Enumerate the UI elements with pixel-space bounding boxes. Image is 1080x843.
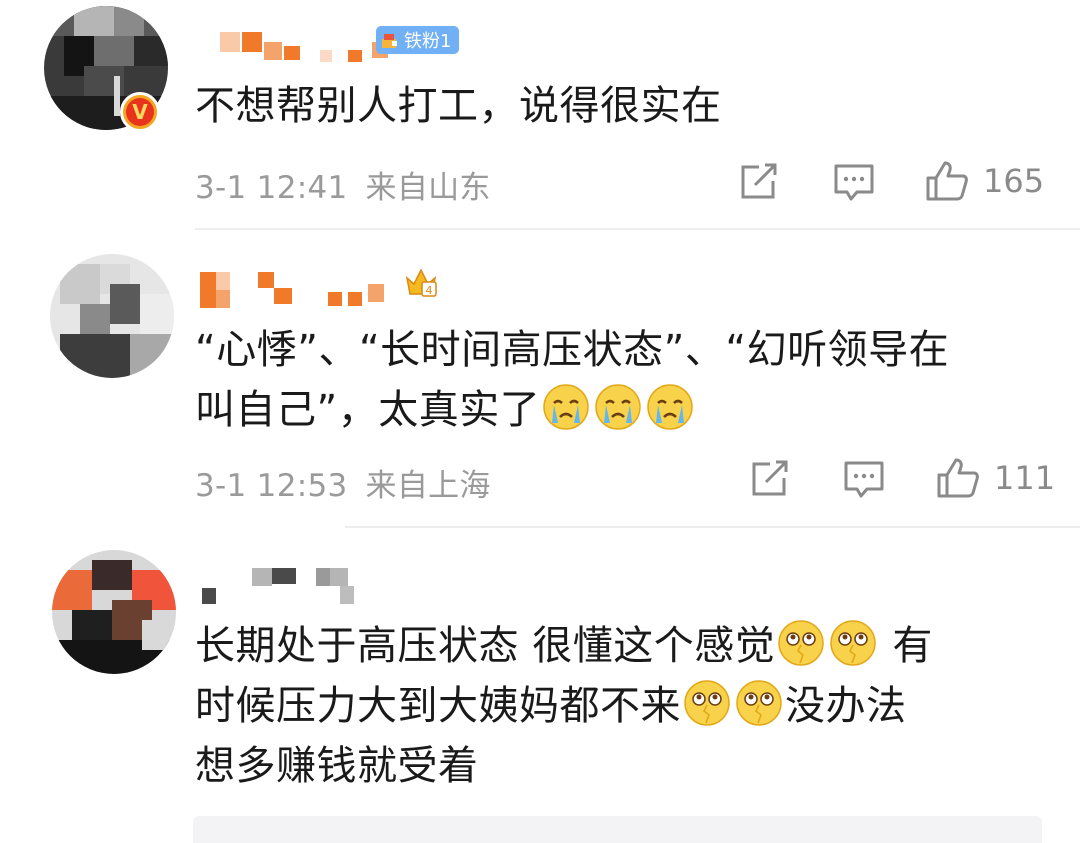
comment-time: 3-1 12:41 <box>195 170 348 206</box>
broken-heart-eyes-emoji <box>778 620 824 666</box>
thumbs-up-icon <box>937 458 979 498</box>
comment-text-line: 叫自己”，太真实了 <box>195 380 1052 440</box>
crown-level-4-icon: 4 <box>405 268 437 297</box>
share-button[interactable] <box>750 460 790 498</box>
comment-button[interactable] <box>833 163 875 203</box>
comment-text-segment: 叫自己”，太真实了 <box>195 387 541 433</box>
share-icon <box>752 460 788 496</box>
fan-badge-label: 铁粉1 <box>404 31 452 52</box>
fan-level-badge: 铁粉1 <box>376 26 460 54</box>
comment-text-line: “心悸”、“长时间高压状态”、“幻听领导在 <box>195 327 950 373</box>
comment-icon <box>844 461 884 498</box>
comment-location: 来自山东 <box>365 170 491 206</box>
broken-heart-eyes-emoji <box>684 680 730 726</box>
comment-text: “心悸”、“长时间高压状态”、“幻听领导在 叫自己”，太真实了 <box>195 320 1052 440</box>
fan-hat-icon <box>382 34 397 48</box>
avatar[interactable] <box>52 550 176 674</box>
crying-emoji <box>647 384 693 430</box>
thumbs-up-icon <box>926 161 968 201</box>
comment-item: 长期处于高压状态 很懂这个感觉 有 时候压力大到大姨妈都不来 没办法 想多赚钱就受… <box>0 526 1080 843</box>
like-button[interactable]: 111 <box>936 457 1055 499</box>
share-button[interactable] <box>739 163 779 201</box>
comment-text-line: 时候压力大到大姨妈都不来 没办法 <box>195 676 1060 736</box>
comment-text-line: 想多赚钱就受着 <box>195 743 479 789</box>
like-count: 111 <box>994 459 1056 497</box>
broken-heart-eyes-emoji <box>736 680 782 726</box>
like-count: 165 <box>983 162 1045 200</box>
like-button[interactable]: 165 <box>925 160 1044 202</box>
verified-badge-icon: V <box>120 92 160 132</box>
comment-text-line: 长期处于高压状态 很懂这个感觉 有 <box>195 616 1060 676</box>
username-mosaic[interactable] <box>220 32 390 62</box>
username-mosaic[interactable] <box>202 568 372 604</box>
comment-icon <box>834 164 874 201</box>
reply-preview-box[interactable] <box>193 816 1042 843</box>
crying-emoji <box>543 384 589 430</box>
comment-text: 不想帮别人打工，说得很实在 <box>195 83 722 129</box>
share-icon <box>741 163 777 199</box>
crying-emoji <box>595 384 641 430</box>
comment-meta: 3-1 12:41 来自山东 <box>195 162 509 207</box>
comment-text-segment: 长期处于高压状态 很懂这个感觉 <box>195 623 776 669</box>
username-mosaic[interactable] <box>200 272 400 308</box>
comment-time: 3-1 12:53 <box>195 468 348 504</box>
comment-text-segment: 时候压力大到大姨妈都不来 <box>195 683 681 729</box>
comment-button[interactable] <box>843 460 885 500</box>
comment-location: 来自上海 <box>365 468 491 504</box>
comment-text-segment: 有 <box>879 623 933 669</box>
comment-item: 4 “心悸”、“长时间高压状态”、“幻听领导在 叫自己”，太真实了 3-1 12… <box>0 228 1080 526</box>
comment-item: V 铁粉1 不想帮别人打工，说得很实在 3-1 12:41 来自山东 165 <box>0 0 1080 228</box>
comment-text: 长期处于高压状态 很懂这个感觉 有 时候压力大到大姨妈都不来 没办法 想多赚钱就受… <box>195 616 1060 796</box>
avatar[interactable] <box>50 254 174 378</box>
comment-text-segment: 没办法 <box>785 683 907 729</box>
svg-text:4: 4 <box>426 284 433 297</box>
comment-meta: 3-1 12:53 来自上海 <box>195 460 509 505</box>
broken-heart-eyes-emoji <box>830 620 876 666</box>
